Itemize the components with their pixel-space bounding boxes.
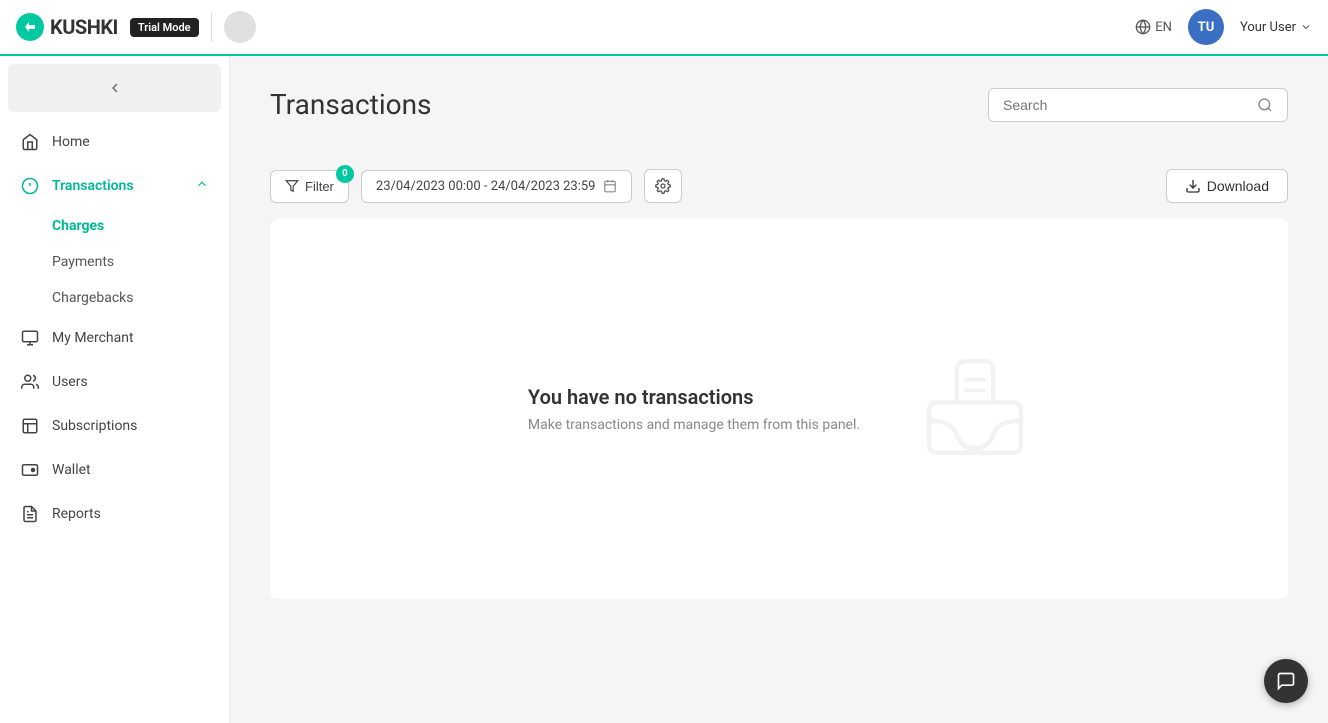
toolbar: Filter 0 23/04/2023 00:00 - 24/04/2023 2… bbox=[270, 169, 1288, 203]
date-range-value: 23/04/2023 00:00 - 24/04/2023 23:59 bbox=[376, 179, 596, 194]
sidebar-item-subscriptions[interactable]: Subscriptions bbox=[0, 404, 229, 448]
search-icon bbox=[1257, 97, 1273, 113]
sidebar-item-reports-label: Reports bbox=[52, 506, 209, 522]
header-right: EN TU Your User bbox=[1135, 9, 1312, 45]
transactions-submenu: Charges Payments Chargebacks bbox=[0, 208, 229, 316]
transactions-panel: You have no transactions Make transactio… bbox=[270, 219, 1288, 599]
wallet-icon bbox=[20, 460, 40, 480]
empty-state: You have no transactions Make transactio… bbox=[468, 292, 1090, 526]
header-left: KUSHKI Trial Mode bbox=[16, 11, 256, 43]
download-label: Download bbox=[1207, 178, 1269, 194]
empty-inbox-icon bbox=[920, 352, 1030, 466]
logo: KUSHKI bbox=[16, 13, 118, 41]
filter-button[interactable]: Filter 0 bbox=[270, 170, 349, 203]
search-bar[interactable] bbox=[988, 88, 1288, 122]
sidebar-item-users-label: Users bbox=[52, 374, 209, 390]
trial-badge: Trial Mode bbox=[130, 18, 199, 37]
filter-label: Filter bbox=[305, 179, 334, 194]
user-avatar: TU bbox=[1188, 9, 1224, 45]
download-button[interactable]: Download bbox=[1166, 169, 1288, 203]
empty-text: You have no transactions Make transactio… bbox=[528, 385, 860, 433]
empty-heading: You have no transactions bbox=[528, 385, 860, 409]
chat-button[interactable] bbox=[1264, 659, 1308, 703]
header-divider bbox=[211, 12, 212, 42]
toolbar-left: Filter 0 23/04/2023 00:00 - 24/04/2023 2… bbox=[270, 169, 682, 203]
empty-subtext: Make transactions and manage them from t… bbox=[528, 417, 860, 433]
users-icon bbox=[20, 372, 40, 392]
logo-text: KUSHKI bbox=[50, 15, 118, 39]
gear-icon bbox=[655, 178, 671, 194]
sidebar-item-transactions-label: Transactions bbox=[52, 178, 183, 194]
sidebar-collapse-button[interactable] bbox=[8, 64, 221, 112]
sidebar-item-users[interactable]: Users bbox=[0, 360, 229, 404]
subscriptions-icon bbox=[20, 416, 40, 436]
sidebar-item-home-label: Home bbox=[52, 134, 209, 150]
filter-count-badge: 0 bbox=[336, 165, 354, 183]
user-name-button[interactable]: Your User bbox=[1240, 20, 1312, 35]
merchant-icon bbox=[20, 328, 40, 348]
lang-selector[interactable]: EN bbox=[1135, 19, 1172, 35]
sidebar-item-my-merchant[interactable]: My Merchant bbox=[0, 316, 229, 360]
filter-icon bbox=[285, 179, 299, 193]
reports-icon bbox=[20, 504, 40, 524]
sidebar-item-reports[interactable]: Reports bbox=[0, 492, 229, 536]
sidebar-item-home[interactable]: Home bbox=[0, 120, 229, 164]
chat-icon bbox=[1276, 671, 1296, 691]
sidebar-item-payments[interactable]: Payments bbox=[52, 244, 229, 280]
date-range-picker[interactable]: 23/04/2023 00:00 - 24/04/2023 23:59 bbox=[361, 170, 633, 203]
transactions-icon bbox=[20, 176, 40, 196]
main-content: Transactions Filter 0 23/04/2023 00:00 -… bbox=[230, 56, 1328, 723]
calendar-icon bbox=[603, 179, 617, 193]
sidebar-item-transactions[interactable]: Transactions bbox=[0, 164, 229, 208]
lang-label: EN bbox=[1155, 20, 1172, 35]
top-header: KUSHKI Trial Mode EN TU Your User bbox=[0, 0, 1328, 56]
header-avatar-small bbox=[224, 11, 256, 43]
sidebar-item-subscriptions-label: Subscriptions bbox=[52, 418, 209, 434]
logo-icon bbox=[16, 13, 44, 41]
sidebar: Home Transactions Charges Payments Charg… bbox=[0, 56, 230, 723]
page-title-row: Transactions bbox=[270, 88, 1288, 145]
main-layout: Home Transactions Charges Payments Charg… bbox=[0, 56, 1328, 723]
home-icon bbox=[20, 132, 40, 152]
download-icon bbox=[1185, 178, 1201, 194]
sidebar-item-my-merchant-label: My Merchant bbox=[52, 330, 209, 346]
sidebar-item-wallet-label: Wallet bbox=[52, 462, 209, 478]
search-input[interactable] bbox=[1003, 97, 1249, 113]
sidebar-item-chargebacks[interactable]: Chargebacks bbox=[52, 280, 229, 316]
sidebar-item-wallet[interactable]: Wallet bbox=[0, 448, 229, 492]
page-title: Transactions bbox=[270, 88, 432, 121]
column-settings-button[interactable] bbox=[644, 169, 682, 203]
sidebar-item-charges[interactable]: Charges bbox=[52, 208, 229, 244]
chevron-up-icon bbox=[195, 177, 209, 195]
